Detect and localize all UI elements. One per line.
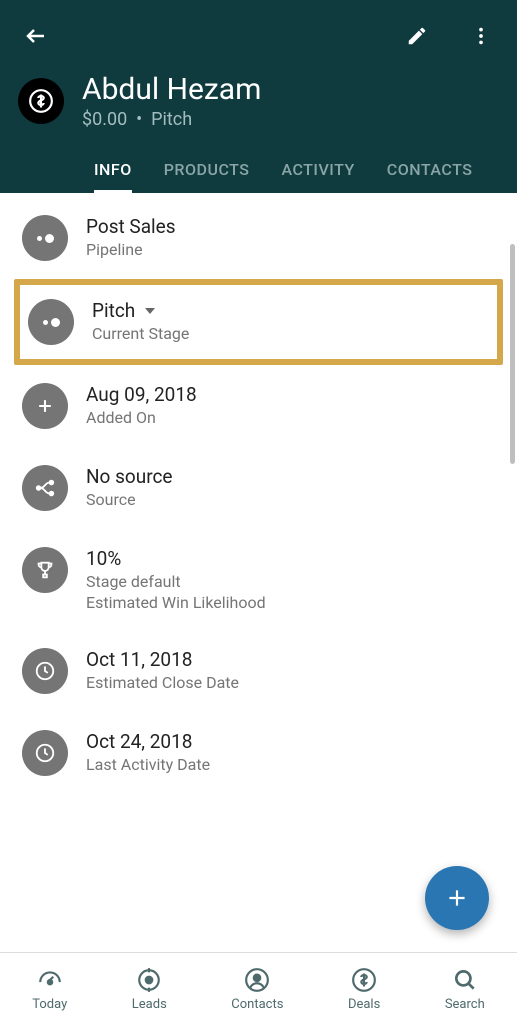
row-win-likelihood[interactable]: 10% Stage default Estimated Win Likeliho… xyxy=(0,529,517,630)
chevron-down-icon xyxy=(145,308,155,314)
dots-icon xyxy=(37,234,54,243)
tabs: INFO PRODUCTS ACTIVITY CONTACTS xyxy=(78,148,517,193)
plus-icon xyxy=(444,885,470,911)
close-value: Oct 11, 2018 xyxy=(86,648,239,671)
pipeline-icon xyxy=(22,215,68,261)
dollar-circle-icon xyxy=(28,88,54,114)
row-body: No source Source xyxy=(86,465,173,509)
separator: • xyxy=(136,109,142,130)
nav-label: Deals xyxy=(348,997,380,1012)
last-activity-icon xyxy=(22,730,68,776)
back-arrow-icon xyxy=(24,24,48,48)
clock-icon xyxy=(34,742,56,764)
activity-value: Oct 24, 2018 xyxy=(86,730,210,753)
tab-activity[interactable]: ACTIVITY xyxy=(265,148,370,193)
branch-icon xyxy=(34,477,56,499)
title-block: Abdul Hezam $0.00 • Pitch xyxy=(0,62,517,148)
title-text: Abdul Hezam $0.00 • Pitch xyxy=(82,72,261,130)
source-icon xyxy=(22,465,68,511)
row-body: Post Sales Pipeline xyxy=(86,215,176,259)
close-date-icon xyxy=(22,648,68,694)
current-stage-highlight: Pitch Current Stage xyxy=(14,279,503,365)
tab-contacts[interactable]: CONTACTS xyxy=(371,148,489,193)
close-label: Estimated Close Date xyxy=(86,673,239,692)
back-button[interactable] xyxy=(18,18,54,54)
row-body: Oct 24, 2018 Last Activity Date xyxy=(86,730,210,774)
nav-label: Contacts xyxy=(231,997,283,1012)
dots-icon xyxy=(43,318,60,327)
nav-label: Today xyxy=(32,997,67,1012)
clock-icon xyxy=(34,660,56,682)
win-icon xyxy=(22,547,68,593)
row-source[interactable]: No source Source xyxy=(0,447,517,529)
fab-add-button[interactable] xyxy=(425,866,489,930)
win-extra: Estimated Win Likelihood xyxy=(86,593,266,612)
bottom-nav: Today Leads Contacts Deals Search xyxy=(0,952,517,1026)
deal-subtitle: $0.00 • Pitch xyxy=(82,109,261,130)
stage-icon xyxy=(28,299,74,345)
row-pipeline[interactable]: Post Sales Pipeline xyxy=(0,197,517,279)
more-vert-icon xyxy=(470,25,492,47)
win-label: Stage default xyxy=(86,572,266,591)
info-content: Post Sales Pipeline Pitch Current Stage … xyxy=(0,193,517,907)
deal-stage: Pitch xyxy=(151,109,192,130)
row-last-activity[interactable]: Oct 24, 2018 Last Activity Date xyxy=(0,712,517,794)
pipeline-label: Pipeline xyxy=(86,240,176,259)
tab-products[interactable]: PRODUCTS xyxy=(148,148,266,193)
row-estimated-close[interactable]: Oct 11, 2018 Estimated Close Date xyxy=(0,630,517,712)
nav-label: Leads xyxy=(132,997,167,1012)
target-icon xyxy=(136,967,162,993)
added-icon xyxy=(22,383,68,429)
stage-value-text: Pitch xyxy=(92,299,135,322)
nav-label: Search xyxy=(445,997,485,1012)
row-current-stage[interactable]: Pitch Current Stage xyxy=(20,285,497,359)
pipeline-value: Post Sales xyxy=(86,215,176,238)
row-body: Pitch Current Stage xyxy=(92,299,189,343)
nav-contacts[interactable]: Contacts xyxy=(231,967,283,1012)
person-circle-icon xyxy=(244,967,270,993)
stage-value: Pitch xyxy=(92,299,189,322)
trophy-icon xyxy=(34,559,56,581)
dollar-circle-icon xyxy=(351,967,377,993)
edit-button[interactable] xyxy=(399,18,435,54)
added-label: Added On xyxy=(86,408,197,427)
stage-label: Current Stage xyxy=(92,324,189,343)
row-body: 10% Stage default Estimated Win Likeliho… xyxy=(86,547,266,612)
activity-label: Last Activity Date xyxy=(86,755,210,774)
gauge-icon xyxy=(37,967,63,993)
more-button[interactable] xyxy=(463,18,499,54)
source-value: No source xyxy=(86,465,173,488)
source-label: Source xyxy=(86,490,173,509)
topbar-actions xyxy=(399,18,499,54)
topbar xyxy=(0,0,517,62)
row-body: Oct 11, 2018 Estimated Close Date xyxy=(86,648,239,692)
deal-avatar xyxy=(18,78,64,124)
tab-info[interactable]: INFO xyxy=(78,148,148,193)
deal-title: Abdul Hezam xyxy=(82,72,261,107)
search-icon xyxy=(452,967,478,993)
pencil-icon xyxy=(406,25,428,47)
added-value: Aug 09, 2018 xyxy=(86,383,197,406)
plus-icon xyxy=(35,396,55,416)
nav-leads[interactable]: Leads xyxy=(132,967,167,1012)
nav-today[interactable]: Today xyxy=(32,967,67,1012)
scrollbar-thumb[interactable] xyxy=(510,244,515,464)
header: Abdul Hezam $0.00 • Pitch INFO PRODUCTS … xyxy=(0,0,517,193)
win-value: 10% xyxy=(86,547,266,570)
row-added-on[interactable]: Aug 09, 2018 Added On xyxy=(0,365,517,447)
nav-search[interactable]: Search xyxy=(445,967,485,1012)
deal-amount: $0.00 xyxy=(82,109,127,130)
row-body: Aug 09, 2018 Added On xyxy=(86,383,197,427)
nav-deals[interactable]: Deals xyxy=(348,967,380,1012)
tabs-container: INFO PRODUCTS ACTIVITY CONTACTS xyxy=(0,148,517,193)
